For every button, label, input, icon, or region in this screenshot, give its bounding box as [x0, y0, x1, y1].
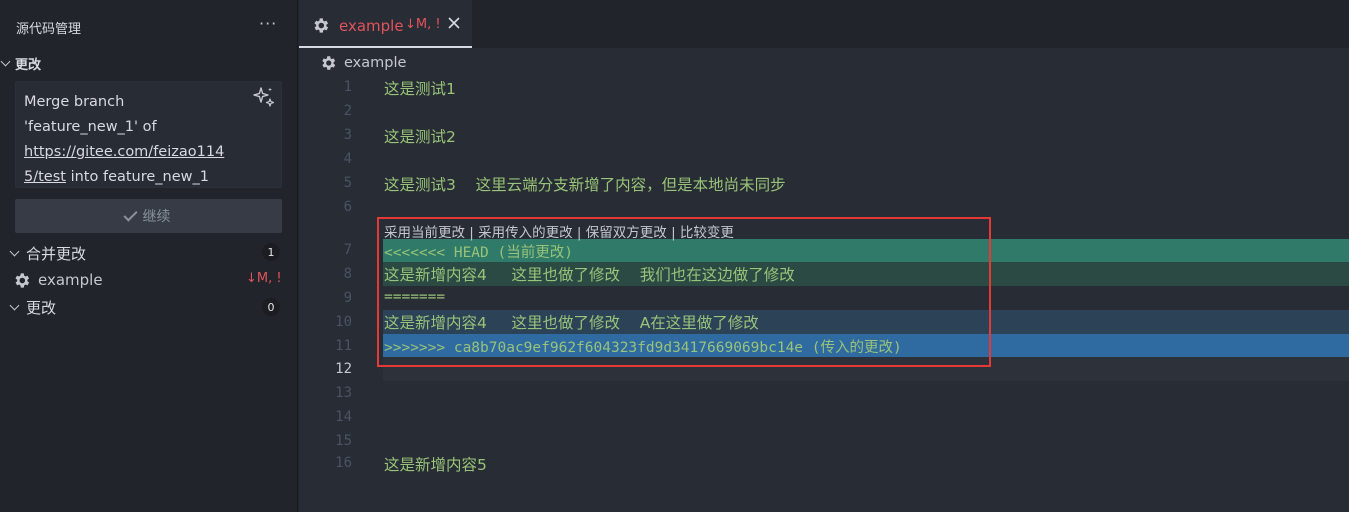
- code-line[interactable]: 这是测试1: [384, 77, 456, 99]
- code-line[interactable]: 这是测试3 这里云端分支新增了内容，但是本地尚未同步: [384, 173, 786, 195]
- accept-incoming-change-link[interactable]: 采用传入的更改: [478, 225, 573, 241]
- chevron-down-icon: [9, 300, 20, 310]
- chevron-down-icon: [9, 246, 20, 256]
- code-line[interactable]: 这是新增内容4 这里也做了修改 A在这里做了修改: [384, 311, 759, 333]
- close-icon[interactable]: [445, 14, 463, 32]
- commit-link[interactable]: https://gitee.com/feizao114: [24, 140, 273, 165]
- line-number: 3: [343, 127, 352, 143]
- chevron-down-icon: [0, 56, 11, 66]
- continue-label: 继续: [142, 209, 171, 225]
- merge-file-name: example: [38, 271, 103, 289]
- line-number: 5: [343, 175, 352, 191]
- source-control-sidebar: 源代码管理 ··· 更改 Merge branch 'feature_new_1…: [0, 0, 298, 512]
- line-number: 6: [343, 199, 352, 215]
- gear-icon: [314, 18, 329, 33]
- line-number: 7: [343, 242, 352, 258]
- accept-current-change-link[interactable]: 采用当前更改: [384, 225, 465, 241]
- line-number: 16: [335, 455, 352, 471]
- commit-line: Merge branch: [24, 94, 125, 110]
- accept-both-changes-link[interactable]: 保留双方更改: [586, 225, 667, 241]
- conflict-marker-incoming[interactable]: >>>>>>> ca8b70ac9ef962f604323fd9d3417669…: [384, 336, 902, 357]
- code-line[interactable]: 这是新增内容5: [384, 453, 487, 475]
- line-number: 13: [335, 385, 352, 401]
- gear-icon: [15, 273, 30, 288]
- line-number: 4: [343, 151, 352, 167]
- line-number: 1: [343, 79, 352, 95]
- line-number: 11: [335, 338, 352, 354]
- merge-codelens: 采用当前更改 | 采用传入的更改 | 保留双方更改 | 比较变更: [384, 221, 734, 241]
- line-number: 8: [343, 266, 352, 282]
- commit-link[interactable]: 5/test: [24, 169, 66, 185]
- breadcrumb-label: example: [344, 55, 407, 71]
- line-number: 9: [343, 290, 352, 306]
- merge-section-label: 合并更改: [26, 244, 87, 263]
- merge-changes-section-header[interactable]: 合并更改: [0, 242, 297, 264]
- conflict-marker-current[interactable]: <<<<<<< HEAD (当前更改): [384, 241, 573, 262]
- current-line-highlight: [383, 357, 1349, 381]
- merge-count-badge: 1: [262, 243, 280, 261]
- breadcrumb[interactable]: example: [319, 52, 406, 74]
- sidebar-title: 源代码管理: [16, 22, 82, 37]
- commit-line: 'feature_new_1' of: [24, 119, 157, 135]
- gear-icon: [322, 56, 336, 70]
- conflict-separator[interactable]: =======: [384, 289, 445, 305]
- editor-area: example ↓M, ! example 采用当前更改 | 采用传入的更改 |…: [299, 0, 1349, 512]
- merge-file-item[interactable]: example ↓M, !: [0, 269, 297, 293]
- tab-label: example: [339, 17, 404, 35]
- line-number: 2: [343, 103, 352, 119]
- changes-section-label: 更改: [15, 57, 42, 73]
- tab-bar: example ↓M, !: [299, 0, 1349, 48]
- tab-example[interactable]: example ↓M, !: [299, 0, 472, 48]
- checkmark-icon: [122, 206, 138, 222]
- continue-button[interactable]: 继续: [15, 199, 282, 233]
- more-actions-icon[interactable]: ···: [259, 14, 277, 33]
- code-line[interactable]: 这是测试2: [384, 125, 456, 147]
- commit-line: into feature_new_1: [65, 169, 210, 185]
- line-number: 15: [335, 433, 352, 449]
- changes-count-badge: 0: [262, 298, 280, 316]
- compare-changes-link[interactable]: 比较变更: [680, 225, 734, 241]
- changes-subsection-label: 更改: [26, 298, 57, 317]
- file-status-badge: ↓M, !: [246, 271, 282, 286]
- code-line[interactable]: 这是新增内容4 这里也做了修改 我们也在这边做了修改: [384, 263, 795, 285]
- tab-status-badge: ↓M, !: [405, 17, 441, 32]
- line-number: 14: [335, 409, 352, 425]
- codelens-separator: |: [572, 225, 586, 241]
- changes-section-header[interactable]: 更改: [0, 52, 41, 74]
- line-number-current: 12: [335, 361, 352, 377]
- codelens-separator: |: [465, 225, 479, 241]
- line-number: 10: [335, 314, 352, 330]
- codelens-separator: |: [666, 225, 680, 241]
- commit-message-input[interactable]: Merge branch 'feature_new_1' of https://…: [15, 81, 282, 188]
- changes-subsection-header[interactable]: 更改: [0, 296, 297, 318]
- sparkle-icon[interactable]: [252, 85, 276, 109]
